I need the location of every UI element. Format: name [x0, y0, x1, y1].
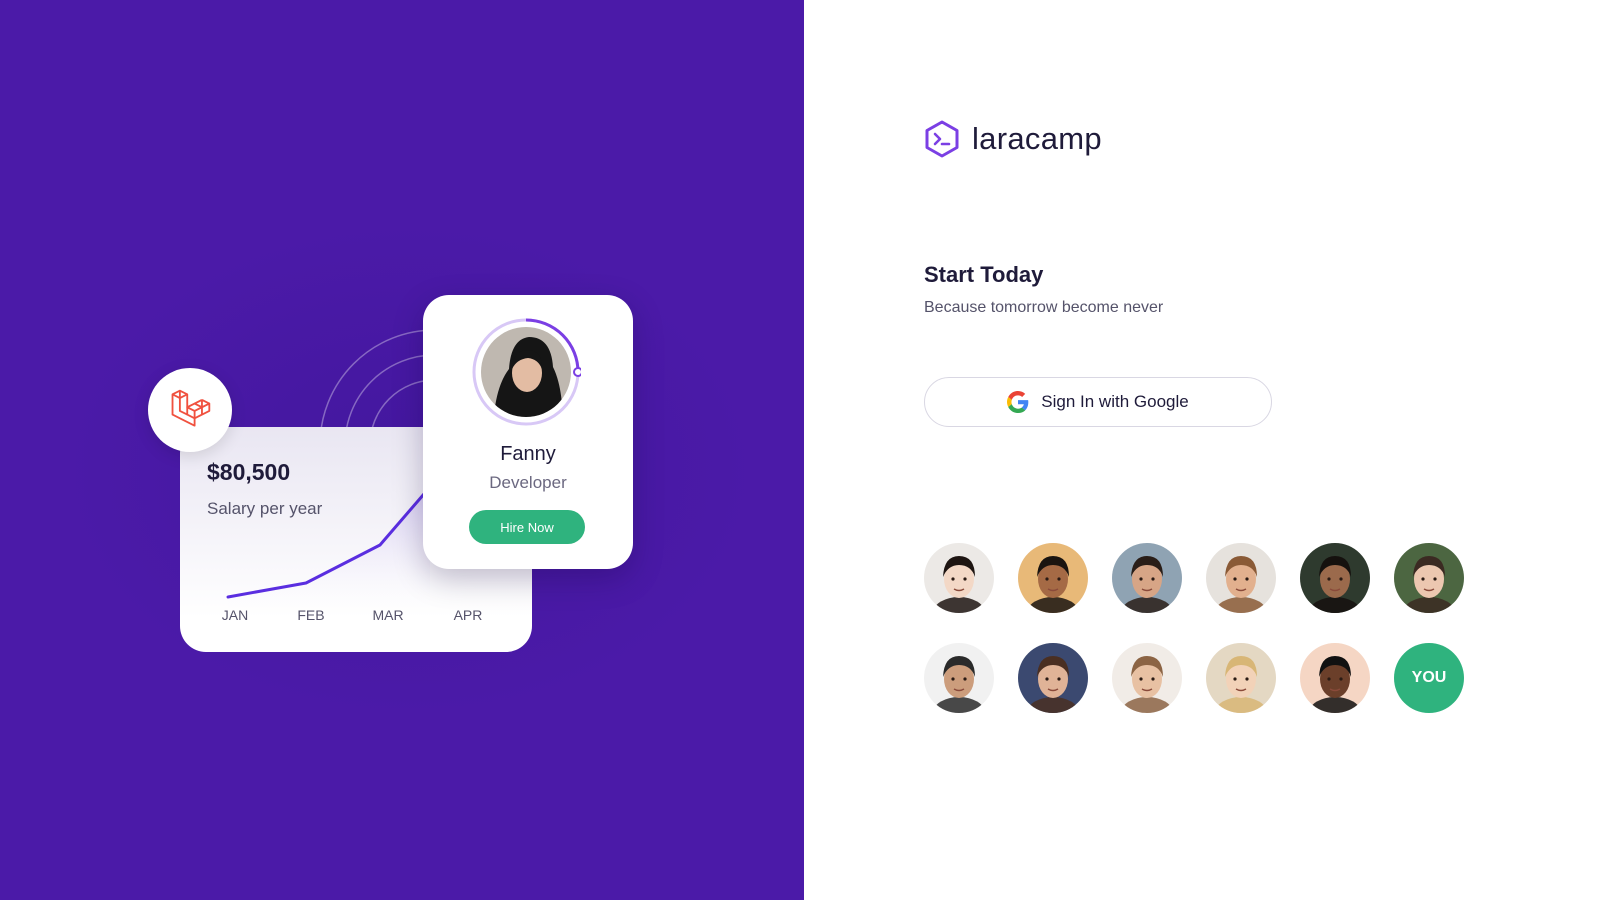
community-avatar	[1112, 543, 1182, 613]
brand-name: laracamp	[972, 121, 1102, 156]
community-avatar	[1394, 543, 1464, 613]
community-avatar	[1206, 543, 1276, 613]
profile-role: Developer	[489, 473, 567, 492]
google-g-icon	[1007, 391, 1029, 413]
month-label: FEB	[297, 607, 325, 623]
community-avatar	[1018, 643, 1088, 713]
laravel-logo-icon	[171, 389, 211, 427]
profile-name: Fanny	[500, 443, 556, 465]
google-sign-in-label: Sign In with Google	[1041, 392, 1189, 411]
community-avatar	[1300, 643, 1370, 713]
google-sign-in-button[interactable]: Sign In with Google	[924, 377, 1272, 427]
hire-now-button[interactable]: Hire Now	[469, 510, 585, 544]
page-title: Start Today	[924, 262, 1044, 287]
profile-card: Fanny Developer Hire Now	[423, 295, 633, 569]
month-label: MAR	[372, 607, 404, 623]
laracamp-logo-icon	[925, 120, 959, 158]
community-avatar	[1300, 543, 1370, 613]
you-avatar: YOU	[1394, 643, 1464, 713]
brand: laracamp	[924, 120, 1102, 158]
community-avatar	[924, 643, 994, 713]
laravel-badge	[148, 368, 232, 452]
fanny-avatar	[472, 318, 581, 426]
salary-amount: $80,500	[207, 459, 291, 485]
month-label: APR	[453, 607, 483, 623]
month-label: JAN	[221, 607, 249, 623]
community-avatar	[1206, 643, 1276, 713]
page-subtitle: Because tomorrow become never	[924, 299, 1164, 316]
salary-label: Salary per year	[207, 499, 323, 518]
community-avatar	[1018, 543, 1088, 613]
community-avatar	[1112, 643, 1182, 713]
community-avatar	[924, 543, 994, 613]
hero-panel: $80,500 Salary per year JAN FEB MAR APR	[0, 0, 804, 900]
